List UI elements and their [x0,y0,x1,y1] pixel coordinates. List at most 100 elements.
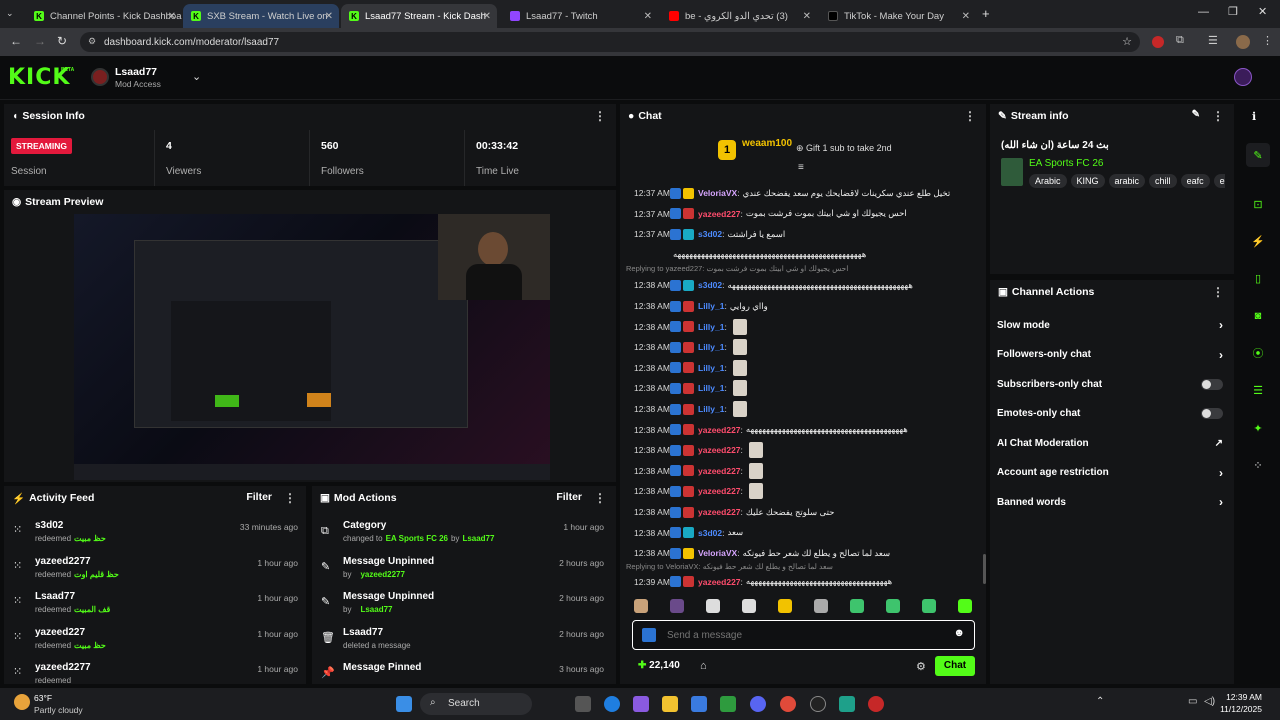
stream-tag[interactable]: Arabic [1029,174,1067,188]
chat-username[interactable]: Lilly_1 [698,383,724,393]
gift-cta[interactable]: ⊕ Gift 1 sub to take 2nd [796,143,892,154]
volume-icon[interactable]: ◁) [1204,696,1215,707]
quick-emote-icon[interactable] [850,599,864,613]
document-icon[interactable]: ▯ [1246,266,1270,290]
chat-message[interactable]: 12:37 AM yazeed227: احس يجيولك او شي ابيتك… [634,205,979,223]
activity-username[interactable]: yazeed2277 [35,556,91,567]
activity-row[interactable]: ⁙ yazeed227 redeemed حظ مبيت 1 hour ago [4,625,304,659]
chat-message[interactable]: 12:38 AM yazeed227: [634,482,979,500]
close-tab-icon[interactable]: ✕ [483,11,491,22]
edit-pen-icon[interactable]: ✎ [1246,143,1270,167]
activity-row[interactable]: ⁙ yazeed2277 redeemed حظ قليم اوت 1 hour ago [4,554,304,588]
maximize-icon[interactable]: ❐ [1228,5,1238,18]
collapse-banner-icon[interactable]: ≡ [798,162,804,173]
app-icon[interactable] [633,696,649,712]
chat-username[interactable]: s3d02 [698,229,722,239]
channel-action-ai-chat-moderation[interactable]: AI Chat Moderation ↗ [997,432,1227,454]
tab-sxb-stream[interactable]: K SXB Stream - Watch Live on ✕ [183,4,339,28]
tab-tiktok[interactable]: TikTok - Make Your Day ✕ [820,4,976,28]
taskbar-date[interactable]: 11/12/2025 [1216,704,1262,714]
tools-icon[interactable]: ✦ [1246,416,1270,440]
filter-button[interactable]: Filter [556,491,582,503]
tab-lsaad77-dashboard[interactable]: K Lsaad77 Stream - Kick Dash ✕ [341,4,497,28]
extension-icon[interactable] [1152,36,1164,48]
chat-username[interactable]: Lilly_1 [698,342,724,352]
mod-action-row[interactable]: ✎ Message Unpinned by yazeed2277 2 hours ago [312,554,612,588]
chat-bubble-icon[interactable]: ◙ [1246,304,1270,328]
close-tab-icon[interactable]: ✕ [803,11,811,22]
chat-message-input[interactable] [667,627,937,643]
category-name[interactable]: EA Sports FC 26 [1029,158,1103,169]
close-window-icon[interactable]: ✕ [1258,5,1267,18]
chat-message[interactable]: 12:38 AM Lilly_1: [634,359,979,377]
channel-action-banned-words[interactable]: Banned words › [997,491,1227,513]
quick-emote-icon[interactable] [778,599,792,613]
tab-search-icon[interactable]: ⌄ [6,8,20,20]
url-field[interactable]: ⚙ dashboard.kick.com/moderator/lsaad77 ☆ [80,32,1140,52]
quick-emote-icon[interactable] [706,599,720,613]
site-info-icon[interactable]: ⚙ [88,36,96,47]
chat-message[interactable]: هههههههههههههههههههههههههههههههههههههههه… [634,246,979,264]
chat-username[interactable]: yazeed227 [698,486,741,496]
chat-username[interactable]: yazeed227 [698,577,741,587]
more-options-icon[interactable]: ⋮ [594,491,606,505]
channel-points[interactable]: ✚ 22,140 [638,660,680,671]
chat-username[interactable]: yazeed227 [698,466,741,476]
layers-icon[interactable]: ☰ [1246,378,1270,402]
chat-message[interactable]: 12:38 AM s3d02: هههههههههههههههههههههههههه… [634,276,979,294]
emoji-picker-icon[interactable]: ☻ [953,627,965,639]
chat-message[interactable]: 12:38 AM Lilly_1: [634,400,979,418]
edit-icon[interactable]: ✎ [1192,109,1200,120]
channel-action-slow-mode[interactable]: Slow mode › [997,314,1227,336]
filter-button[interactable]: Filter [246,491,272,503]
forward-icon[interactable]: → [34,34,46,48]
quick-emote-icon[interactable] [670,599,684,613]
activity-username[interactable]: Lsaad77 [35,591,75,602]
chat-scrollbar[interactable] [983,554,986,584]
quick-emote-icon[interactable] [886,599,900,613]
user-avatar[interactable] [1234,68,1252,86]
close-tab-icon[interactable]: ✕ [644,11,652,22]
chat-message[interactable]: 12:38 AM yazeed227: حتى سلوتج يفضحك عليك [634,503,979,521]
network-icon[interactable]: ▭ [1188,696,1197,707]
stream-tag[interactable]: ea [1213,174,1225,188]
back-icon[interactable]: ← [10,34,22,48]
profile-avatar[interactable] [1236,35,1250,49]
file-explorer-icon[interactable] [662,696,678,712]
reload-icon[interactable]: ↻ [57,34,67,48]
chat-message[interactable]: 12:38 AM Lilly_1: وااي روايي [634,297,979,315]
new-tab-icon[interactable]: + [982,6,990,21]
chat-username[interactable]: Lilly_1 [698,301,724,311]
stream-video-player[interactable] [74,214,550,480]
app-icon[interactable] [839,696,855,712]
taskbar-search[interactable]: ⌕ Search [420,693,532,715]
broadcast-icon[interactable]: ⦿ [1246,341,1270,365]
channel-switch-chevron-icon[interactable]: ⌄ [192,70,201,83]
chat-username[interactable]: Lilly_1 [698,363,724,373]
tab-youtube[interactable]: be - ‫(3) تحدي الدو الكروي ✕ [661,4,817,28]
activity-row[interactable]: ⁙ Lsaad77 redeemed قف المبيت 1 hour ago [4,589,304,623]
mod-action-row[interactable]: ✎ Message Unpinned by Lsaad77 2 hours ago [312,589,612,623]
rewards-store-icon[interactable]: ⌂ [700,660,707,672]
obs-icon[interactable] [810,696,826,712]
tray-overflow-icon[interactable]: ⌃ [1096,696,1104,707]
activity-row[interactable]: ⁙ s3d02 redeemed حظ مبيت 33 minutes ago [4,518,304,552]
bookmark-star-icon[interactable]: ☆ [1122,35,1132,48]
drag-handle-icon[interactable]: ⁘ [1246,453,1270,477]
quick-emote-icon[interactable] [814,599,828,613]
chat-settings-icon[interactable]: ⚙ [916,660,926,673]
activity-row[interactable]: ⁙ yazeed2277 redeemed 1 hour ago [4,660,304,684]
chat-message[interactable]: 12:38 AM Lilly_1: [634,318,979,336]
chat-username[interactable]: VeloriaVX [698,548,737,558]
close-tab-icon[interactable]: ✕ [168,11,176,22]
close-tab-icon[interactable]: ✕ [325,11,333,22]
chat-username[interactable]: yazeed227 [698,445,741,455]
minimize-icon[interactable]: — [1198,6,1209,18]
reading-list-icon[interactable]: ☰ [1208,34,1218,47]
store-icon[interactable] [691,696,707,712]
extensions-puzzle-icon[interactable]: ⧉ [1176,34,1184,47]
stream-tag[interactable]: eafc [1180,174,1210,188]
chat-message[interactable]: 12:37 AM VeloriaVX: تخيل طلع عندي سكرينات … [634,184,979,202]
app-icon[interactable] [868,696,884,712]
activity-username[interactable]: yazeed227 [35,627,85,638]
